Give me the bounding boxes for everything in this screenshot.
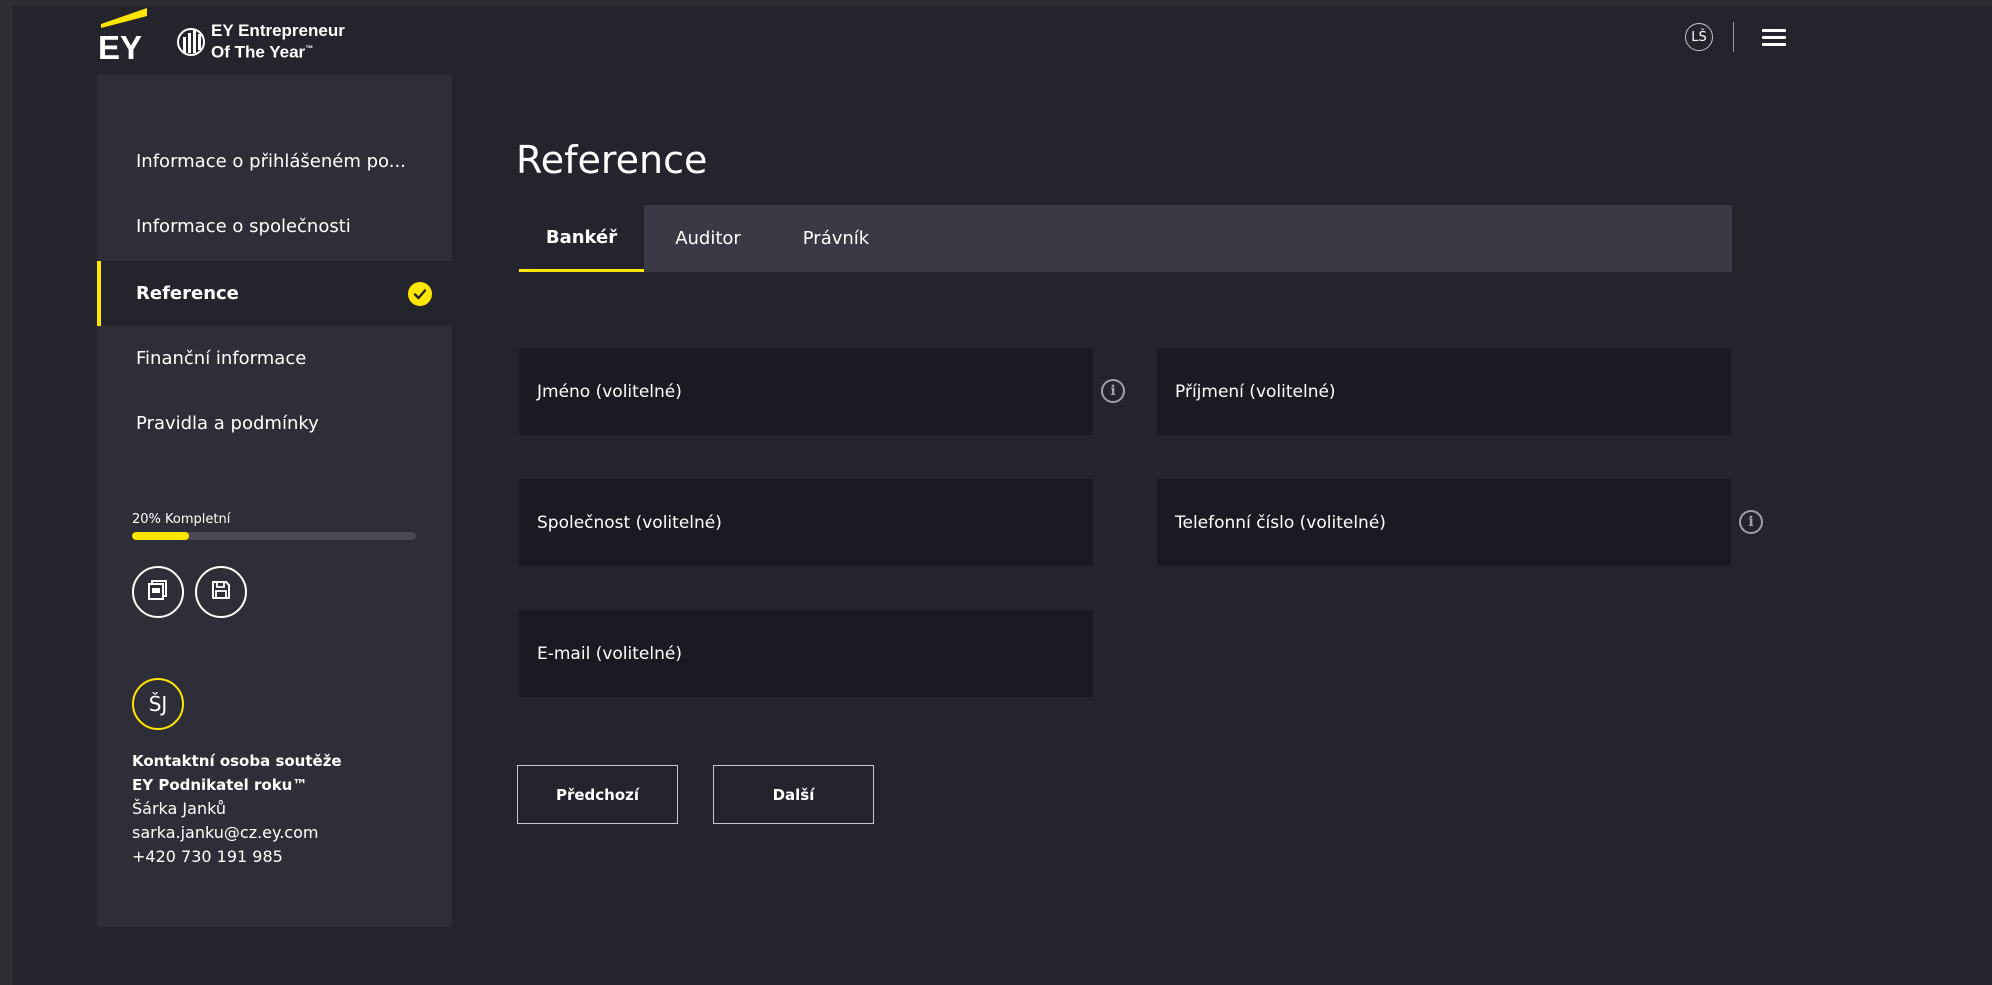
sidebar-item-reference[interactable]: Reference bbox=[97, 261, 452, 326]
contact-avatar: ŠJ bbox=[132, 678, 184, 730]
contact-email[interactable]: sarka.janku@cz.ey.com bbox=[132, 821, 342, 845]
header-divider bbox=[1733, 22, 1734, 52]
pdf-button[interactable] bbox=[132, 566, 184, 618]
eoy-logo-tm: ™ bbox=[305, 44, 314, 54]
contact-name: Šárka Janků bbox=[132, 799, 226, 818]
svg-text:EY: EY bbox=[98, 29, 142, 64]
sidebar-item-label: Pravidla a podmínky bbox=[136, 413, 319, 434]
email-field[interactable]: E-mail (volitelné) bbox=[519, 610, 1093, 697]
eoy-logo[interactable]: EY Entrepreneur Of The Year™ bbox=[177, 22, 345, 62]
hamburger-icon[interactable] bbox=[1762, 29, 1786, 47]
first-name-field[interactable]: Jméno (volitelné) bbox=[519, 348, 1093, 435]
reference-tabs: Bankéř Auditor Právník bbox=[519, 205, 1732, 272]
sidebar-item-financial-info[interactable]: Finanční informace bbox=[97, 326, 452, 391]
tab-lawyer[interactable]: Právník bbox=[772, 205, 900, 272]
contact-title-line2: EY Podnikatel roku™ bbox=[132, 776, 308, 794]
page-title: Reference bbox=[516, 138, 708, 182]
sidebar-item-company-info[interactable]: Informace o společnosti bbox=[97, 194, 452, 259]
sidebar-item-terms[interactable]: Pravidla a podmínky bbox=[97, 391, 452, 456]
save-icon bbox=[210, 579, 232, 605]
sidebar-item-applicant-info[interactable]: Informace o přihlášeném po... bbox=[97, 129, 452, 194]
sidebar-item-label: Reference bbox=[136, 283, 239, 304]
eoy-logo-line2: Of The Year bbox=[211, 42, 306, 62]
previous-button[interactable]: Předchozí bbox=[517, 765, 678, 824]
pdf-icon bbox=[147, 579, 169, 605]
progress-fill bbox=[132, 532, 189, 540]
contact-title-line1: Kontaktní osoba soutěže bbox=[132, 752, 342, 770]
contact-phone[interactable]: +420 730 191 985 bbox=[132, 845, 342, 869]
save-button[interactable] bbox=[195, 566, 247, 618]
eoy-logo-mark bbox=[177, 28, 205, 56]
sidebar-item-label: Finanční informace bbox=[136, 348, 307, 369]
info-icon[interactable]: i bbox=[1739, 510, 1763, 534]
last-name-field[interactable]: Příjmení (volitelné) bbox=[1157, 348, 1731, 435]
sidebar-item-label: Informace o společnosti bbox=[136, 216, 351, 237]
progress-bar bbox=[132, 532, 416, 540]
tab-auditor[interactable]: Auditor bbox=[644, 205, 772, 272]
progress-label: 20% Kompletní bbox=[132, 512, 231, 527]
ey-logo[interactable]: EY bbox=[97, 6, 149, 66]
user-avatar[interactable]: LŠ bbox=[1685, 23, 1713, 51]
sidebar-item-label: Informace o přihlášeném po... bbox=[136, 151, 406, 172]
info-icon[interactable]: i bbox=[1101, 379, 1125, 403]
eoy-logo-line1: EY Entrepreneur bbox=[211, 21, 345, 41]
next-button[interactable]: Další bbox=[713, 765, 874, 824]
tab-banker[interactable]: Bankéř bbox=[519, 205, 644, 272]
phone-field[interactable]: Telefonní číslo (volitelné) bbox=[1157, 479, 1731, 566]
company-field[interactable]: Společnost (volitelné) bbox=[519, 479, 1093, 566]
contact-info: Kontaktní osoba soutěže EY Podnikatel ro… bbox=[132, 749, 342, 869]
sidebar: Informace o přihlášeném po... Informace … bbox=[97, 74, 452, 927]
check-circle-icon bbox=[408, 282, 432, 306]
